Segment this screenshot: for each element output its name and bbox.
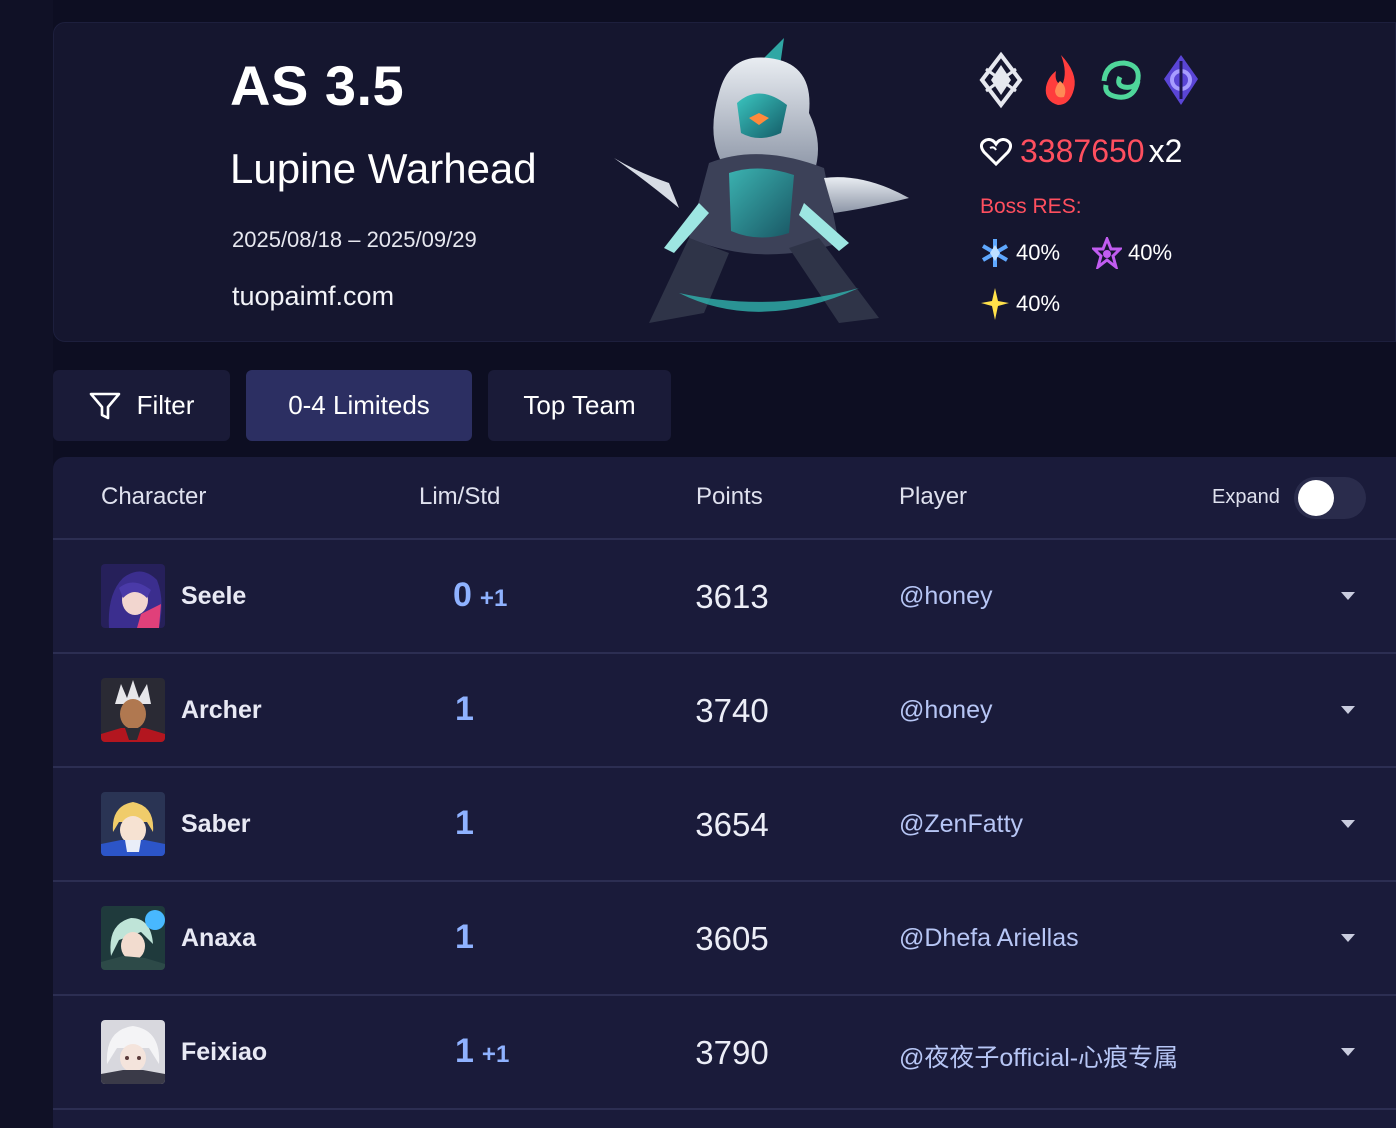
limited-count: 1: [455, 804, 474, 842]
points-value: 3790: [695, 1034, 769, 1071]
filter-button[interactable]: Filter: [53, 370, 230, 441]
avatar: [101, 678, 165, 742]
limited-count: 1: [455, 690, 474, 728]
avatar: [101, 906, 165, 970]
player-name[interactable]: @honey: [899, 696, 993, 725]
weakness-elements: [978, 51, 1204, 109]
fire-icon: [1045, 55, 1075, 105]
wind-icon: [1101, 60, 1141, 100]
table-row[interactable]: Feixiao 1 +1 3790 @夜夜子official-心痕专属: [53, 996, 1396, 1110]
player-name[interactable]: @夜夜子official-心痕专属: [899, 1038, 1178, 1074]
limited-count: 1: [455, 918, 474, 956]
physical-icon: [979, 51, 1023, 109]
heart-icon: [980, 137, 1012, 166]
limited-count: 1: [455, 1032, 474, 1070]
hp-value: 3387650: [1020, 133, 1145, 169]
date-range: 2025/08/18 – 2025/09/29: [232, 227, 477, 252]
avatar: [101, 792, 165, 856]
expand-toggle[interactable]: [1294, 477, 1366, 519]
table-row[interactable]: Anaxa 1 3605 @Dhefa Ariellas: [53, 882, 1396, 996]
res-lightning: 40%: [980, 287, 1060, 321]
points-value: 3740: [695, 692, 769, 729]
limiteds-tab[interactable]: 0-4 Limiteds: [246, 370, 472, 441]
character-name: Feixiao: [181, 1038, 268, 1066]
quantum-icon: [1164, 55, 1198, 105]
res-value: 40%: [1016, 240, 1061, 265]
character-name: Saber: [181, 810, 251, 838]
res-ice: 40%: [980, 237, 1060, 269]
boss-banner: AS 3.5 Lupine Warhead 2025/08/18 – 2025/…: [53, 22, 1396, 342]
points-value: 3605: [695, 920, 769, 957]
expand-label: Expand: [1212, 486, 1280, 508]
lim-std-value: 1 +1: [455, 1032, 509, 1071]
chevron-down-icon[interactable]: [1341, 592, 1355, 600]
boss-portrait: [614, 38, 909, 323]
player-name[interactable]: @Dhefa Ariellas: [899, 924, 1079, 953]
boss-name: Lupine Warhead: [230, 145, 537, 192]
res-label: Boss RES:: [980, 195, 1082, 218]
lightning-icon: [981, 288, 1009, 320]
top-team-tab[interactable]: Top Team: [488, 370, 671, 441]
lim-std-value: 1: [455, 918, 482, 957]
table-header: Character Lim/Std Points Player Expand: [53, 457, 1396, 540]
player-name[interactable]: @honey: [899, 582, 993, 611]
ice-icon: [981, 239, 1009, 267]
imaginary-icon: [1092, 237, 1122, 269]
side-rail: [0, 0, 53, 1128]
header-lim-std[interactable]: Lim/Std: [419, 483, 500, 511]
table-row[interactable]: Archer 1 3740 @honey: [53, 654, 1396, 768]
character-name: Seele: [181, 582, 247, 610]
res-value: 40%: [1128, 240, 1173, 265]
standard-count: +1: [479, 585, 508, 612]
boss-hp: 3387650 x2: [980, 133, 1182, 170]
table-row[interactable]: Saber 1 3654 @ZenFatty: [53, 768, 1396, 882]
avatar: [101, 564, 165, 628]
character-name: Anaxa: [181, 924, 257, 952]
character-name: Archer: [181, 696, 262, 724]
filter-icon: [89, 392, 120, 419]
hp-multiplier: x2: [1148, 133, 1183, 169]
leaderboard-table: Character Lim/Std Points Player Expand S…: [53, 457, 1396, 1128]
toggle-knob: [1298, 480, 1334, 516]
chevron-down-icon[interactable]: [1341, 820, 1355, 828]
res-value: 40%: [1016, 291, 1061, 316]
filter-label: Filter: [136, 390, 195, 420]
site-name[interactable]: tuopaimf.com: [232, 281, 394, 312]
player-name[interactable]: @ZenFatty: [899, 810, 1023, 839]
stage-title: AS 3.5: [230, 54, 405, 117]
lim-std-value: 0 +1: [453, 576, 507, 615]
chevron-down-icon[interactable]: [1341, 706, 1355, 714]
points-value: 3613: [695, 578, 769, 615]
header-points[interactable]: Points: [696, 483, 763, 511]
page: AS 3.5 Lupine Warhead 2025/08/18 – 2025/…: [0, 0, 1396, 1128]
chevron-down-icon[interactable]: [1341, 934, 1355, 942]
standard-count: +1: [481, 1041, 510, 1068]
header-character[interactable]: Character: [101, 483, 206, 511]
table-row[interactable]: Seele 0 +1 3613 @honey: [53, 540, 1396, 654]
res-imaginary: 40%: [1092, 237, 1172, 269]
chevron-down-icon[interactable]: [1341, 1048, 1355, 1056]
header-player[interactable]: Player: [899, 483, 967, 511]
limited-count: 0: [453, 576, 472, 614]
lim-std-value: 1: [455, 690, 482, 729]
avatar: [101, 1020, 165, 1084]
points-value: 3654: [695, 806, 769, 843]
lim-std-value: 1: [455, 804, 482, 843]
